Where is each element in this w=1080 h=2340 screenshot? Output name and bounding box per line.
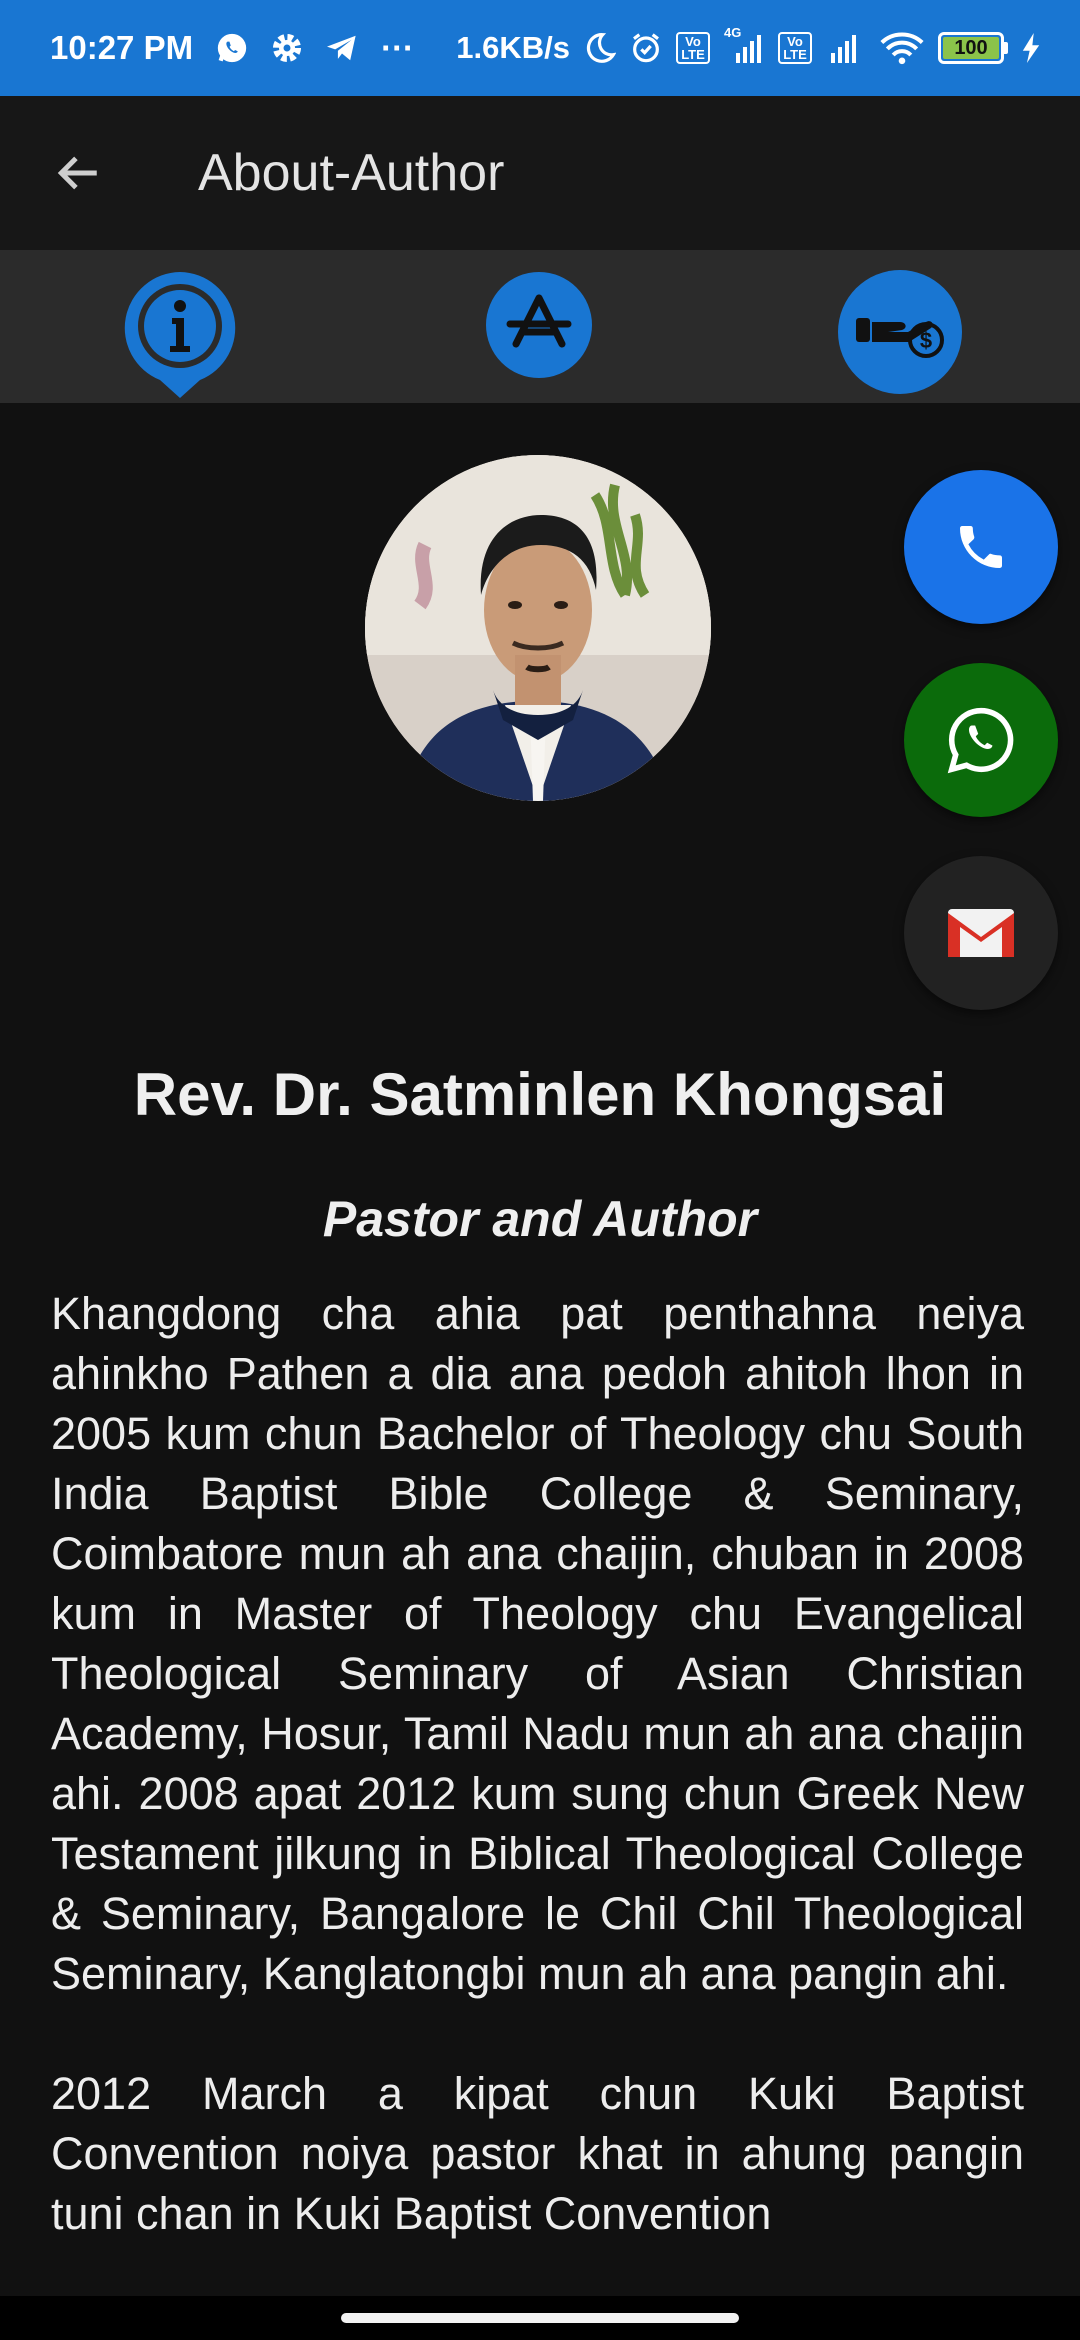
svg-text:$: $	[920, 328, 932, 353]
signal-icon-2	[826, 33, 866, 63]
call-button[interactable]	[904, 470, 1058, 624]
phone-icon	[960, 526, 1002, 568]
status-time: 10:27 PM	[50, 29, 194, 66]
bio-paragraph-1: Khangdong cha ahia pat penthahna neiya a…	[51, 1288, 1024, 1999]
tab-apps[interactable]	[486, 272, 592, 378]
whatsapp-icon	[215, 31, 249, 65]
volte-badge-1: Vo LTE	[676, 32, 710, 64]
signal-icon: 4G	[724, 25, 764, 63]
wifi-icon	[880, 31, 924, 65]
telegram-icon	[325, 33, 359, 63]
donate-icon: $	[838, 270, 962, 394]
moon-icon	[584, 32, 616, 64]
status-more: ···	[381, 29, 415, 66]
battery-icon: 100	[938, 32, 1008, 64]
status-right: 1.6KB/s Vo LTE 4G Vo LTE 100	[456, 25, 1040, 66]
page-title: About-Author	[198, 144, 505, 202]
arrow-back-icon	[57, 156, 97, 190]
home-indicator[interactable]	[341, 2313, 739, 2323]
tab-info[interactable]	[122, 270, 238, 400]
author-bio: Khangdong cha ahia pat penthahna neiya a…	[51, 1284, 1024, 2304]
app-store-icon	[486, 272, 592, 378]
app-bar: About-Author	[0, 96, 1080, 250]
whatsapp-button[interactable]	[904, 663, 1058, 817]
author-name: Rev. Dr. Satminlen Khongsai	[133, 1061, 947, 1128]
network-speed: 1.6KB/s	[456, 30, 570, 65]
alarm-icon	[630, 32, 662, 64]
tab-donate[interactable]: $	[838, 270, 962, 394]
author-avatar	[365, 455, 711, 801]
email-button[interactable]	[904, 856, 1058, 1010]
whatsapp-icon	[947, 707, 1014, 774]
back-button[interactable]	[38, 133, 118, 213]
bio-paragraph-2: 2012 March a kipat chun Kuki Baptist Con…	[51, 2068, 1024, 2239]
volte-badge-2: Vo LTE	[778, 32, 812, 64]
status-bar: 10:27 PM ··· 1.6KB/s Vo LTE 4G Vo LTE 10…	[0, 0, 1080, 96]
gmail-icon	[948, 909, 1014, 957]
battery-level: 100	[943, 37, 999, 59]
status-left: 10:27 PM ···	[50, 29, 414, 67]
charging-icon	[1022, 33, 1040, 63]
settings-icon	[271, 32, 303, 64]
tab-strip: $	[0, 250, 1080, 403]
author-role: Pastor and Author	[322, 1191, 758, 1247]
info-icon	[124, 272, 236, 398]
network-4g-label: 4G	[724, 25, 742, 40]
